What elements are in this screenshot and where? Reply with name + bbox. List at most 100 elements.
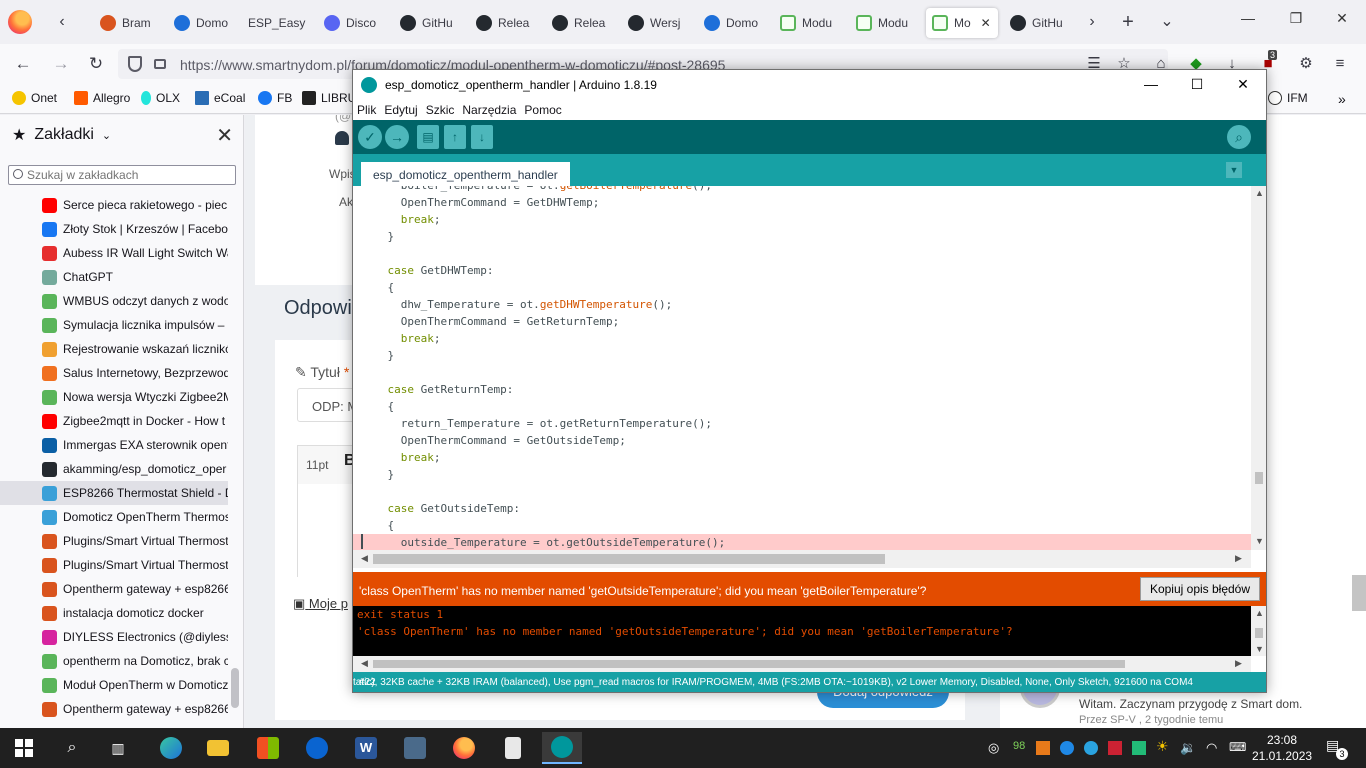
browser-tab[interactable]: Modu — [774, 8, 846, 38]
close-icon[interactable]: ✕ — [1228, 76, 1258, 93]
menu-pomoc[interactable]: Pomoc — [524, 103, 561, 117]
scroll-up-icon[interactable]: ▲ — [1255, 188, 1264, 198]
scrollbar-thumb[interactable] — [1255, 472, 1263, 484]
output-console[interactable]: exit status 1 'class OpenTherm' has no me… — [353, 606, 1251, 656]
bookmark-item[interactable]: Domoticz OpenTherm Thermos — [0, 505, 228, 529]
scrollbar-thumb[interactable] — [373, 554, 885, 564]
browser-tab[interactable]: Modu — [850, 8, 922, 38]
code-line[interactable]: { — [353, 398, 1251, 415]
extensions-icon[interactable]: ⚙ — [1296, 54, 1316, 74]
word-icon[interactable]: W — [346, 732, 386, 764]
back-arrow-icon[interactable]: ← — [12, 54, 34, 74]
bookmark-item[interactable]: Złoty Stok | Krzeszów | Faceboo — [0, 217, 228, 241]
code-editor[interactable]: boiler_Temperature = ot.getBoilerTempera… — [353, 186, 1251, 550]
bookmark-item[interactable]: Rejestrowanie wskazań liczników — [0, 337, 228, 361]
restore-window-icon[interactable]: ❐ — [1284, 10, 1308, 27]
copy-error-button[interactable]: Kopiuj opis błędów — [1140, 577, 1260, 601]
close-window-icon[interactable]: ✕ — [1330, 10, 1354, 27]
browser-tab[interactable]: Domo — [698, 8, 770, 38]
code-line[interactable] — [353, 364, 1251, 381]
scroll-left-icon[interactable]: ◀ — [361, 658, 368, 669]
scroll-down-icon[interactable]: ▼ — [1255, 644, 1264, 654]
close-tab-icon[interactable]: ✕ — [981, 16, 991, 30]
menu-edytuj[interactable]: Edytuj — [384, 103, 417, 117]
code-line[interactable]: case GetDHWTemp: — [353, 262, 1251, 279]
task-view-icon[interactable]: ▥ — [98, 732, 138, 764]
system-clock[interactable]: 23:08 21.01.2023 — [1252, 732, 1312, 764]
sidebar-header[interactable]: ★ Zakładki ⌄ — [12, 125, 111, 145]
tab-scroll-left-icon[interactable]: ‹ — [52, 12, 72, 32]
bookmark-item[interactable]: WMBUS odczyt danych z wodo — [0, 289, 228, 313]
title-input[interactable]: ODP: M — [297, 388, 358, 422]
save-sketch-icon[interactable]: ↓ — [471, 125, 493, 149]
bookmark-item[interactable]: Plugins/Smart Virtual Thermost — [0, 529, 228, 553]
code-line[interactable]: } — [353, 466, 1251, 483]
volume-icon[interactable]: 🔉 — [1180, 740, 1196, 756]
console-horizontal-scrollbar[interactable]: ◀ ▶ — [353, 656, 1251, 672]
notepad-icon[interactable] — [493, 732, 533, 764]
browser-tab[interactable]: Wersj — [622, 8, 694, 38]
tab-menu-chevron-icon[interactable]: ▼ — [1226, 162, 1242, 178]
tab-scroll-right-icon[interactable]: › — [1082, 12, 1102, 32]
search-icon[interactable]: ⌕ — [52, 732, 92, 764]
store-icon[interactable] — [248, 732, 288, 764]
shield-icon[interactable] — [1132, 741, 1146, 755]
verify-check-icon[interactable]: ✓ — [358, 125, 382, 149]
bookmark-item[interactable]: akamming/esp_domoticz_oper — [0, 457, 228, 481]
forward-arrow-icon[interactable]: → — [50, 54, 72, 74]
browser-tab[interactable]: GitHu — [394, 8, 466, 38]
tray-red-icon[interactable] — [1108, 741, 1122, 755]
sun-icon[interactable]: ☀ — [1156, 738, 1169, 755]
error-code-line[interactable]: outside_Temperature = ot.getOutsideTempe… — [353, 534, 1251, 550]
scrollbar-thumb[interactable] — [373, 660, 1125, 668]
tracking-protection-shield-icon[interactable] — [128, 56, 142, 72]
open-sketch-icon[interactable]: ↑ — [444, 125, 466, 149]
scroll-right-icon[interactable]: ▶ — [1235, 658, 1242, 669]
editor-vertical-scrollbar[interactable]: ▲ ▼ — [1251, 186, 1266, 550]
bookmark-ifm[interactable]: IFM — [1268, 91, 1308, 105]
sidebar-scrollbar[interactable] — [229, 193, 241, 728]
code-line[interactable]: OpenThermCommand = GetReturnTemp; — [353, 313, 1251, 330]
more-bookmarks-chevron-icon[interactable]: » — [1338, 91, 1346, 107]
code-line[interactable]: case GetReturnTemp: — [353, 381, 1251, 398]
bookmark-allegro[interactable]: Allegro — [74, 91, 130, 105]
bookmark-item[interactable]: Opentherm gateway + esp8266 — [0, 577, 228, 601]
bookmark-item[interactable]: Serce pieca rakietowego - piec r — [0, 193, 228, 217]
browser-tab[interactable]: Relea — [546, 8, 618, 38]
arduino-title-bar[interactable]: esp_domoticz_opentherm_handler | Arduino… — [353, 70, 1266, 100]
attachments-link[interactable]: ▣ Moje p — [293, 596, 348, 612]
bookmark-item[interactable]: Salus Internetowy, Bezprzewodo — [0, 361, 228, 385]
tab-sketch[interactable]: esp_domoticz_opentherm_handler — [361, 162, 570, 186]
code-line[interactable]: return_Temperature = ot.getReturnTempera… — [353, 415, 1251, 432]
bookmark-fb[interactable]: FB — [258, 91, 292, 105]
scroll-up-icon[interactable]: ▲ — [1255, 608, 1264, 618]
keyboard-icon[interactable]: ⌨ — [1229, 740, 1246, 754]
bookmark-item[interactable]: Opentherm gateway + esp8266 — [0, 697, 228, 721]
bookmark-item[interactable]: Aubess IR Wall Light Switch Wa — [0, 241, 228, 265]
scroll-right-icon[interactable]: ▶ — [1235, 553, 1242, 564]
file-explorer-icon[interactable] — [198, 732, 238, 764]
console-vertical-scrollbar[interactable]: ▲ ▼ — [1251, 606, 1266, 656]
code-line[interactable]: case GetOutsideTemp: — [353, 500, 1251, 517]
bookmark-item[interactable]: Symulacja licznika impulsów – — [0, 313, 228, 337]
code-line[interactable]: } — [353, 228, 1251, 245]
mail-icon[interactable] — [297, 732, 337, 764]
bookmark-item[interactable]: Plugins/Smart Virtual Thermost — [0, 553, 228, 577]
new-sketch-icon[interactable]: ▤ — [417, 125, 439, 149]
bookmark-ecoal[interactable]: eCoal — [195, 91, 245, 105]
serial-monitor-icon[interactable]: ⌕ — [1227, 125, 1251, 149]
code-line[interactable]: { — [353, 279, 1251, 296]
code-line[interactable]: break; — [353, 211, 1251, 228]
browser-tab[interactable]: Disco — [318, 8, 390, 38]
bookmark-item[interactable]: instalacja domoticz docker — [0, 601, 228, 625]
bookmark-item[interactable]: ESP8266 Thermostat Shield - DI — [0, 481, 228, 505]
close-sidebar-icon[interactable]: ✕ — [216, 123, 233, 148]
meet-now-icon[interactable]: ◎ — [988, 740, 999, 756]
app-menu-hamburger-icon[interactable]: ≡ — [1330, 54, 1350, 74]
bookmark-item[interactable]: Zigbee2mqtt in Docker - How t — [0, 409, 228, 433]
bookmark-item[interactable]: Moduł OpenTherm w Domoticz — [0, 673, 228, 697]
latest-post-title[interactable]: Witam. Zaczynam przygodę z Smart dom. — [1079, 697, 1302, 711]
scroll-left-icon[interactable]: ◀ — [361, 553, 368, 564]
minimize-window-icon[interactable]: — — [1236, 10, 1260, 26]
browser-tab[interactable]: Relea — [470, 8, 542, 38]
